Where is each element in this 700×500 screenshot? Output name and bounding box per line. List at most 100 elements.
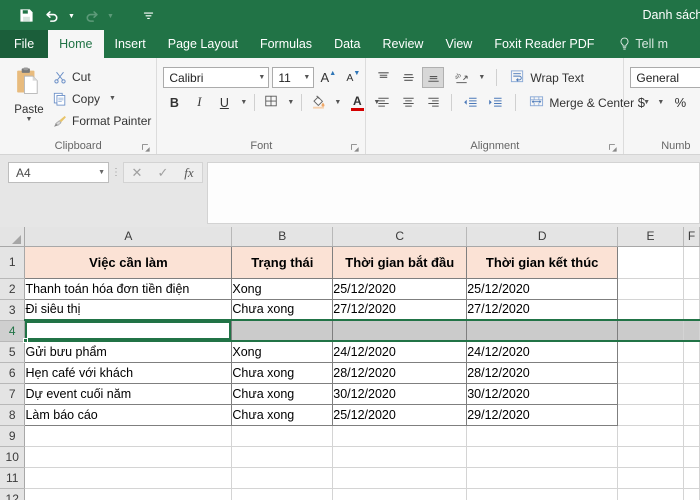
cell-D1[interactable]: Thời gian kết thúc [466, 245, 619, 279]
cell-C10[interactable] [332, 446, 468, 468]
cell-D6[interactable]: 28/12/2020 [466, 362, 619, 384]
row-header-3[interactable]: 3 [0, 299, 26, 321]
cell-F2[interactable] [683, 278, 700, 300]
insert-function-icon[interactable]: fx [176, 163, 202, 182]
cell-E5[interactable] [617, 341, 684, 363]
cell-B5[interactable]: Xong [231, 341, 334, 363]
paste-dropdown-icon[interactable]: ▼ [26, 116, 33, 123]
copy-dropdown-icon[interactable]: ▼ [109, 95, 116, 102]
row-header-12[interactable]: 12 [0, 488, 26, 500]
row-header-6[interactable]: 6 [0, 362, 26, 384]
cell-C8[interactable]: 25/12/2020 [332, 404, 468, 426]
cell-D11[interactable] [466, 467, 619, 489]
cell-E2[interactable] [617, 278, 684, 300]
wrap-text-button[interactable]: Wrap Text [506, 67, 588, 88]
tab-view[interactable]: View [434, 30, 483, 58]
cell-D5[interactable]: 24/12/2020 [466, 341, 619, 363]
column-header-f[interactable]: F [683, 227, 700, 247]
tab-formulas[interactable]: Formulas [249, 30, 323, 58]
increase-indent-button[interactable] [484, 92, 506, 113]
cell-E3[interactable] [617, 299, 684, 321]
cell-D7[interactable]: 30/12/2020 [466, 383, 619, 405]
font-size-select[interactable]: 11 ▼ [272, 67, 315, 88]
currency-dropdown-icon[interactable]: ▼ [655, 92, 666, 113]
cell-B10[interactable] [231, 446, 334, 468]
tell-me-box[interactable]: Tell m [605, 30, 668, 58]
decrease-indent-button[interactable] [459, 92, 481, 113]
cell-C1[interactable]: Thời gian bắt đầu [332, 245, 468, 279]
cell-C2[interactable]: 25/12/2020 [332, 278, 468, 300]
tab-page-layout[interactable]: Page Layout [157, 30, 249, 58]
cell-E7[interactable] [617, 383, 684, 405]
tab-insert[interactable]: Insert [104, 30, 157, 58]
cell-C12[interactable] [332, 488, 468, 500]
undo-dropdown-icon[interactable]: ▼ [66, 3, 77, 27]
alignment-dialog-launcher-icon[interactable] [609, 144, 618, 153]
cell-D9[interactable] [466, 425, 619, 447]
font-dialog-launcher-icon[interactable] [351, 144, 360, 153]
cell-A3[interactable]: Đi siêu thị [24, 299, 233, 321]
tab-home[interactable]: Home [48, 30, 104, 58]
clipboard-dialog-launcher-icon[interactable] [142, 144, 151, 153]
chevron-down-icon[interactable]: ▼ [98, 169, 105, 176]
cell-A7[interactable]: Dự event cuối năm [24, 383, 233, 405]
cell-A5[interactable]: Gửi bưu phẩm [24, 341, 233, 363]
cell-E11[interactable] [617, 467, 684, 489]
formula-input[interactable] [207, 162, 700, 224]
cell-D3[interactable]: 27/12/2020 [466, 299, 619, 321]
borders-dropdown-icon[interactable]: ▼ [285, 92, 296, 113]
cell-B12[interactable] [231, 488, 334, 500]
copy-button[interactable]: Copy ▼ [52, 89, 151, 108]
cell-A10[interactable] [24, 446, 233, 468]
select-all-corner[interactable] [0, 227, 26, 247]
cell-A12[interactable] [24, 488, 233, 500]
fill-handle[interactable] [22, 338, 28, 343]
align-middle-button[interactable] [397, 67, 419, 88]
bold-button[interactable]: B [163, 92, 185, 113]
row-header-4[interactable]: 4 [0, 320, 26, 342]
row-header-10[interactable]: 10 [0, 446, 26, 468]
cell-B6[interactable]: Chưa xong [231, 362, 334, 384]
underline-button[interactable]: U [213, 92, 235, 113]
cell-C4[interactable] [332, 319, 468, 342]
cell-B3[interactable]: Chưa xong [231, 299, 334, 321]
align-right-button[interactable] [422, 92, 444, 113]
cell-D10[interactable] [466, 446, 619, 468]
cell-F11[interactable] [683, 467, 700, 489]
cell-D4[interactable] [466, 319, 619, 342]
cell-E12[interactable] [617, 488, 684, 500]
fill-color-dropdown-icon[interactable]: ▼ [332, 92, 343, 113]
orientation-dropdown-icon[interactable]: ▼ [476, 67, 487, 88]
cell-A1[interactable]: Việc cần làm [24, 245, 233, 279]
enter-formula-icon[interactable]: ✓ [150, 163, 176, 182]
cell-A11[interactable] [24, 467, 233, 489]
cell-F1[interactable] [683, 246, 700, 279]
number-format-select[interactable]: General [630, 67, 700, 88]
cell-B2[interactable]: Xong [231, 278, 334, 300]
cell-F4[interactable] [683, 319, 700, 342]
format-painter-button[interactable]: Format Painter [52, 111, 151, 130]
name-box[interactable]: A4 ▼ [8, 162, 109, 183]
align-left-button[interactable] [372, 92, 394, 113]
cell-A6[interactable]: Hẹn café với khách [24, 362, 233, 384]
cell-E10[interactable] [617, 446, 684, 468]
cell-A8[interactable]: Làm báo cáo [24, 404, 233, 426]
cell-A9[interactable] [24, 425, 233, 447]
cancel-formula-icon[interactable]: ✕ [124, 163, 150, 182]
borders-button[interactable] [260, 92, 282, 113]
cell-B9[interactable] [231, 425, 334, 447]
cell-F8[interactable] [683, 404, 700, 426]
cut-button[interactable]: Cut [52, 67, 151, 86]
cell-B4[interactable] [231, 319, 334, 342]
cell-D12[interactable] [466, 488, 619, 500]
cell-B7[interactable]: Chưa xong [231, 383, 334, 405]
comma-style-button[interactable]: , [694, 92, 700, 113]
fill-color-button[interactable] [307, 92, 329, 113]
tab-file[interactable]: File [0, 30, 49, 58]
align-top-button[interactable] [372, 67, 394, 88]
cell-D2[interactable]: 25/12/2020 [466, 278, 619, 300]
cell-D8[interactable]: 29/12/2020 [466, 404, 619, 426]
cell-B11[interactable] [231, 467, 334, 489]
tab-review[interactable]: Review [371, 30, 434, 58]
cell-A4[interactable] [24, 319, 233, 342]
